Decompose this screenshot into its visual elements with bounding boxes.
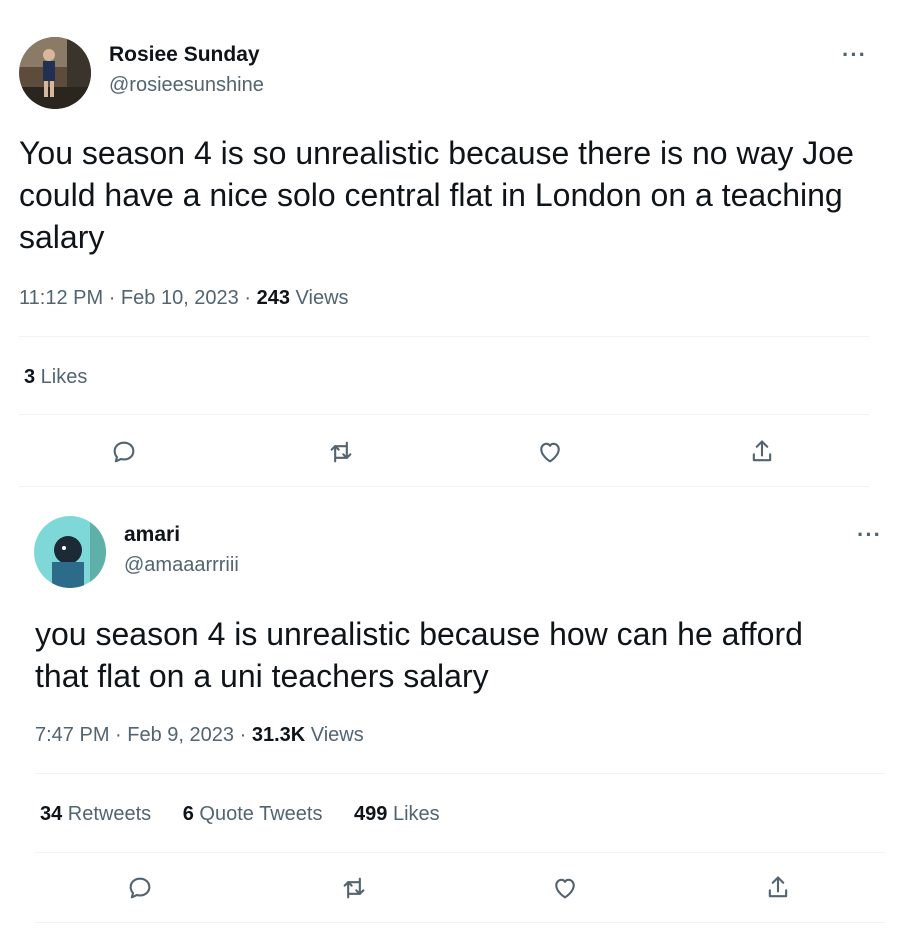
likes-count: 3 [24,366,36,388]
tweet-meta: 7:47 PM · Feb 9, 2023 · 31.3K Views [35,724,364,747]
engagement-stats: 3 Likes [24,366,113,389]
retweets-stat[interactable]: 34 Retweets [40,803,151,825]
share-icon[interactable] [762,872,794,904]
separator: · [108,287,116,309]
retweets-label: Retweets [62,803,152,825]
tweet-text: you season 4 is unrealistic because how … [35,616,803,694]
likes-stat[interactable]: 3 Likes [24,366,87,388]
separator: · [115,724,122,746]
divider [35,773,885,774]
tweet-time[interactable]: 11:12 PM [19,287,103,309]
views-label: Views [289,287,349,309]
engagement-stats: 34 Retweets 6 Quote Tweets 499 Likes [40,803,466,826]
tweet-meta: 11:12 PM · Feb 10, 2023 · 243 Views [19,287,349,310]
tweet-text: You season 4 is so unrealistic because t… [19,135,854,255]
reply-icon[interactable] [108,436,140,468]
divider [19,414,869,415]
like-icon[interactable] [534,436,566,468]
avatar[interactable] [19,37,91,109]
divider [19,486,869,487]
divider [19,336,869,337]
retweets-count: 34 [40,803,63,825]
more-options-icon[interactable]: ··· [857,522,882,548]
likes-label: Likes [35,366,88,388]
divider [35,852,885,853]
views-count: 31.3K [251,724,306,746]
quote-tweets-label: Quote Tweets [193,803,323,825]
like-icon[interactable] [549,872,581,904]
display-name[interactable]: Rosiee Sunday [109,43,260,67]
separator: · [244,287,252,309]
quote-tweets-count: 6 [182,803,194,825]
likes-count: 499 [354,803,388,825]
likes-label: Likes [387,803,440,825]
views-count: 243 [256,287,290,309]
tweet-date[interactable]: Feb 10, 2023 [121,287,239,309]
retweet-icon[interactable] [325,436,357,468]
views-label: Views [305,724,364,746]
tweet: Rosiee Sunday @rosieesunshine ··· You se… [0,0,898,490]
separator: · [239,724,247,746]
quote-tweets-stat[interactable]: 6 Quote Tweets [183,803,323,825]
tweet-time[interactable]: 7:47 PM [35,724,109,746]
more-options-icon[interactable]: ··· [842,42,867,68]
retweet-icon[interactable] [338,872,370,904]
likes-stat[interactable]: 499 Likes [354,803,440,825]
user-handle[interactable]: @amaaarrriii [124,554,239,577]
user-handle[interactable]: @rosieesunshine [109,74,264,97]
share-icon[interactable] [746,436,778,468]
display-name[interactable]: amari [124,523,180,547]
reply-icon[interactable] [124,872,156,904]
avatar[interactable] [34,516,106,588]
tweet-date[interactable]: Feb 9, 2023 [127,724,234,746]
divider [35,922,885,923]
